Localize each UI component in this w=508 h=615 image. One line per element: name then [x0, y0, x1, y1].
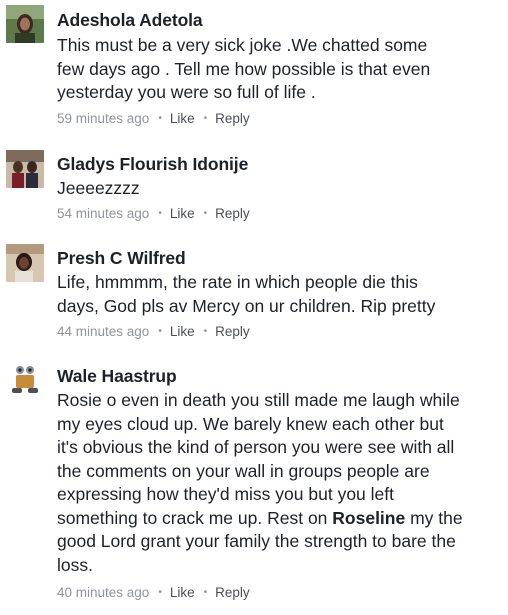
separator-dot: • — [203, 208, 208, 219]
avatar[interactable] — [6, 359, 44, 397]
like-button[interactable]: Like — [170, 324, 195, 339]
comment-timestamp[interactable]: 54 minutes ago — [57, 206, 149, 221]
comment-meta: 54 minutes ago • Like • Reply — [57, 206, 250, 221]
avatar[interactable] — [6, 5, 44, 43]
separator-dot: • — [203, 113, 208, 124]
reply-button[interactable]: Reply — [215, 585, 250, 600]
reply-button[interactable]: Reply — [215, 206, 250, 221]
separator-dot: • — [203, 587, 208, 598]
separator-dot: • — [158, 113, 162, 124]
comment-meta: 40 minutes ago • Like • Reply — [57, 585, 250, 600]
separator-dot: • — [158, 587, 162, 598]
separator-dot: • — [158, 208, 162, 219]
commenter-name[interactable]: Adeshola Adetola — [57, 10, 203, 31]
comment-text: Jeeeezzzz — [57, 178, 140, 198]
comment-timestamp[interactable]: 59 minutes ago — [57, 111, 149, 126]
reply-button[interactable]: Reply — [215, 324, 250, 339]
like-button[interactable]: Like — [170, 206, 195, 221]
separator-dot: • — [158, 326, 162, 337]
comment-timestamp[interactable]: 40 minutes ago — [57, 585, 149, 600]
like-button[interactable]: Like — [170, 111, 195, 126]
commenter-name[interactable]: Gladys Flourish Idonije — [57, 154, 248, 175]
mention-link[interactable]: Roseline — [332, 508, 405, 528]
comment-meta: 44 minutes ago • Like • Reply — [57, 324, 250, 339]
reply-button[interactable]: Reply — [215, 111, 250, 126]
commenter-name[interactable]: Wale Haastrup — [57, 366, 177, 387]
comment-text: Life, hmmmm, the rate in which people di… — [57, 272, 436, 316]
comment-text: Rosie o even in death you still made me … — [57, 389, 502, 577]
commenter-name[interactable]: Presh C Wilfred — [57, 248, 186, 269]
comment-timestamp[interactable]: 44 minutes ago — [57, 324, 149, 339]
separator-dot: • — [203, 326, 208, 337]
comment-meta: 59 minutes ago • Like • Reply — [57, 111, 250, 126]
like-button[interactable]: Like — [170, 585, 195, 600]
comment-text: This must be a very sick joke .We chatte… — [57, 35, 431, 102]
avatar[interactable] — [6, 150, 44, 188]
avatar[interactable] — [6, 244, 44, 282]
